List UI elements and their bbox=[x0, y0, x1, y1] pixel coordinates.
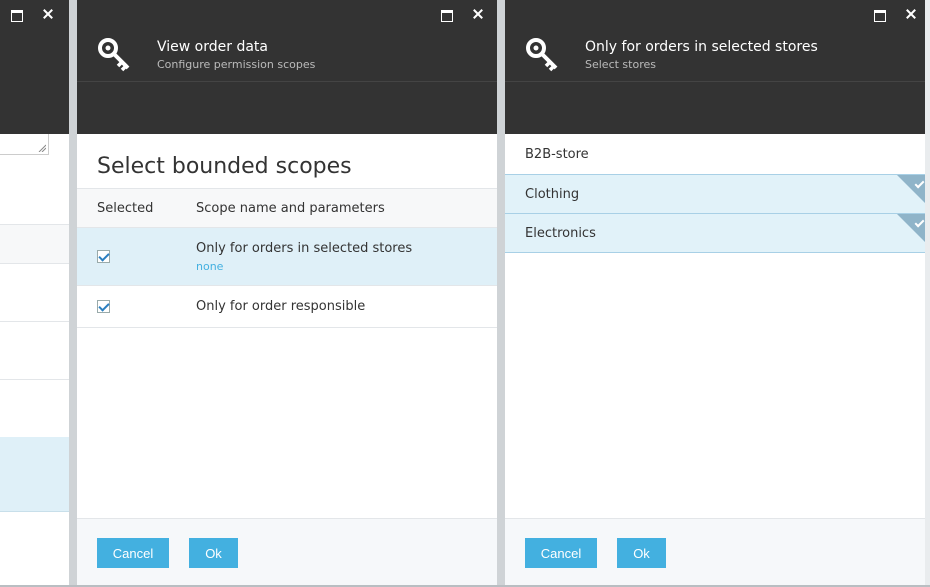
row-divider bbox=[0, 321, 69, 322]
column-header-selected: Selected bbox=[97, 200, 154, 216]
previous-blade-header bbox=[0, 28, 69, 134]
blade-header: View order data Configure permission sco… bbox=[77, 28, 497, 82]
table-row[interactable]: Only for orders in selected stores none bbox=[77, 228, 497, 286]
view-order-data-blade: View order data Configure permission sco… bbox=[77, 0, 497, 587]
row-select-cell bbox=[77, 228, 196, 285]
store-list-item[interactable]: Electronics bbox=[505, 213, 925, 253]
blade-subtitle: Select stores bbox=[585, 57, 656, 71]
workspace: View order data Configure permission sco… bbox=[0, 0, 930, 587]
previous-blade bbox=[0, 0, 69, 587]
scrollbar-track[interactable] bbox=[925, 0, 930, 587]
column-header-scope-name: Scope name and parameters bbox=[196, 200, 385, 216]
row-divider bbox=[0, 379, 69, 380]
ok-button[interactable]: Ok bbox=[189, 538, 238, 568]
close-icon[interactable] bbox=[469, 5, 487, 23]
store-name: Clothing bbox=[525, 186, 580, 202]
blade-footer: Cancel Ok bbox=[77, 518, 497, 587]
cancel-button[interactable]: Cancel bbox=[525, 538, 597, 568]
selected-row-fragment[interactable] bbox=[0, 437, 69, 512]
scope-name: Only for orders in selected stores bbox=[196, 240, 413, 256]
store-name: B2B-store bbox=[525, 146, 589, 162]
blade-window-bar bbox=[505, 0, 925, 28]
key-icon bbox=[526, 37, 558, 71]
key-icon bbox=[98, 37, 130, 71]
table-header-fragment bbox=[0, 224, 69, 264]
maximize-icon[interactable] bbox=[437, 5, 455, 23]
scope-parameter-link[interactable]: none bbox=[196, 260, 412, 273]
ok-button[interactable]: Ok bbox=[617, 538, 666, 568]
scope-checkbox[interactable] bbox=[97, 300, 110, 313]
table-row[interactable]: Only for order responsible bbox=[77, 286, 497, 328]
maximize-icon[interactable] bbox=[7, 5, 25, 23]
resize-handle-icon[interactable] bbox=[38, 144, 46, 152]
row-select-cell bbox=[77, 286, 196, 327]
maximize-icon[interactable] bbox=[870, 5, 888, 23]
store-name: Electronics bbox=[525, 225, 596, 241]
close-icon[interactable] bbox=[39, 5, 57, 23]
store-list-item[interactable]: B2B-store bbox=[505, 134, 925, 174]
previous-blade-window-bar bbox=[0, 0, 69, 28]
store-list-item[interactable]: Clothing bbox=[505, 174, 925, 214]
blade-title: Only for orders in selected stores bbox=[585, 38, 818, 55]
close-icon[interactable] bbox=[902, 5, 920, 23]
blade-header: Only for orders in selected stores Selec… bbox=[505, 28, 925, 82]
blade-title: View order data bbox=[157, 38, 268, 55]
cancel-button[interactable]: Cancel bbox=[97, 538, 169, 568]
select-stores-blade: Only for orders in selected stores Selec… bbox=[505, 0, 925, 587]
section-title: Select bounded scopes bbox=[97, 154, 352, 179]
scope-name-cell: Only for orders in selected stores none bbox=[196, 228, 412, 285]
scopes-table-header: Selected Scope name and parameters bbox=[77, 188, 497, 228]
textarea-edge[interactable] bbox=[0, 134, 49, 155]
scope-checkbox[interactable] bbox=[97, 250, 110, 263]
blade-window-bar bbox=[77, 0, 497, 28]
blade-subtitle: Configure permission scopes bbox=[157, 57, 316, 71]
blade-toolbar bbox=[77, 82, 497, 134]
blade-footer: Cancel Ok bbox=[505, 518, 925, 587]
scope-name-cell: Only for order responsible bbox=[196, 286, 365, 327]
blade-toolbar bbox=[505, 82, 925, 134]
scope-name: Only for order responsible bbox=[196, 299, 366, 314]
